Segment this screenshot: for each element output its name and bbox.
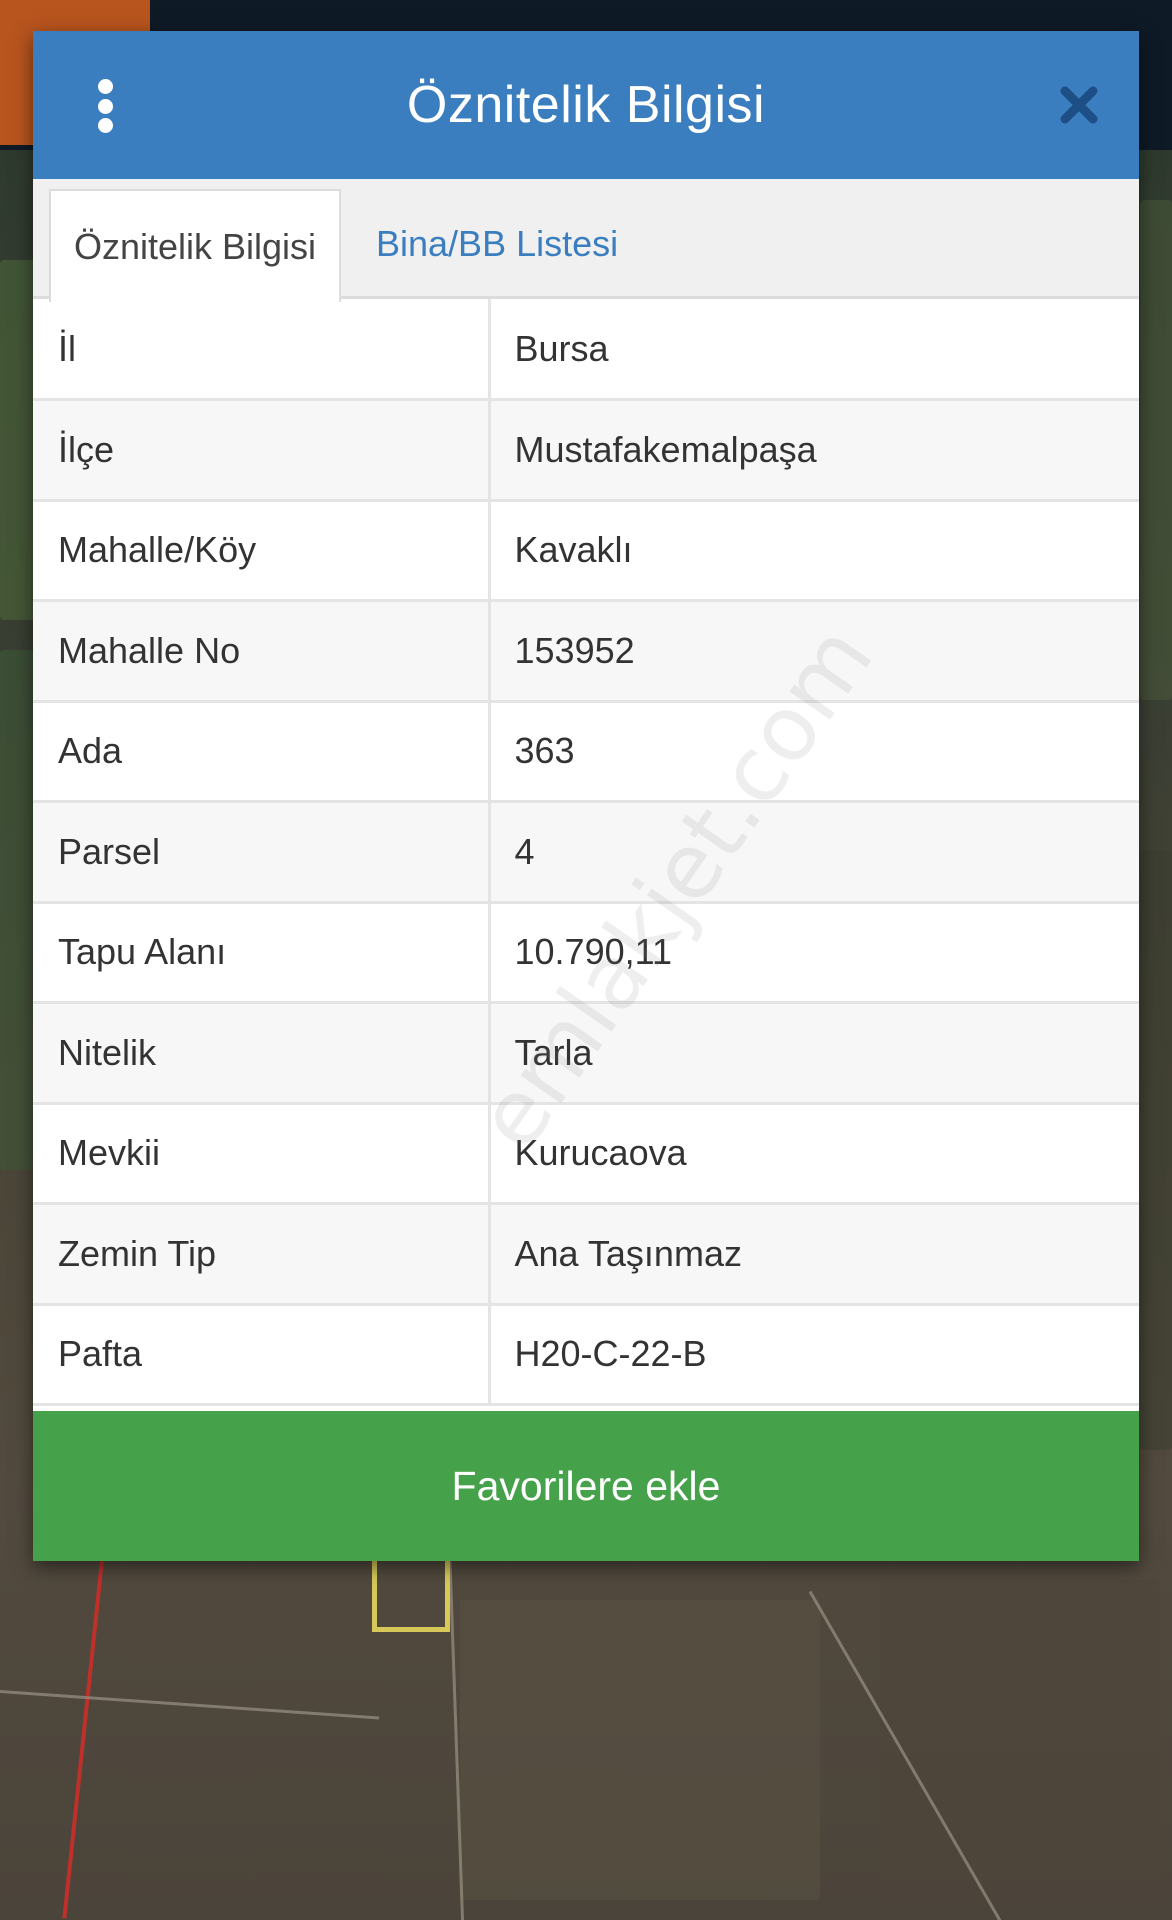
- map-parcel-outline: [372, 1552, 450, 1632]
- tab-bar: Öznitelik Bilgisi Bina/BB Listesi: [33, 179, 1139, 302]
- attribute-table: İl Bursa İlçe Mustafakemalpaşa Mahalle/Köy Ka…: [33, 299, 1139, 1406]
- attribute-value: H20-C-22-B: [489, 1304, 1139, 1406]
- attribute-value: Ana Taşınmaz: [489, 1203, 1139, 1306]
- add-to-favorites-button[interactable]: Favorilere ekle: [33, 1411, 1139, 1561]
- attribute-key: Zemin Tip: [33, 1203, 491, 1306]
- attribute-key: Nitelik: [33, 1002, 491, 1105]
- attribute-key: Ada: [33, 701, 491, 803]
- table-row: Mahalle/Köy Kavaklı: [33, 500, 1139, 602]
- map-field: [880, 1580, 1160, 1900]
- table-row: Zemin Tip Ana Taşınmaz: [33, 1203, 1139, 1306]
- attribute-key: İl: [33, 299, 491, 401]
- attribute-dialog: Öznitelik Bilgisi Öznitelik Bilgisi Bina…: [33, 31, 1139, 1561]
- attribute-key: Mahalle/Köy: [33, 500, 491, 602]
- attribute-value: 10.790,11: [489, 902, 1139, 1004]
- table-row: İlçe Mustafakemalpaşa: [33, 399, 1139, 502]
- table-row: Parsel 4: [33, 801, 1139, 904]
- table-row: Tapu Alanı 10.790,11: [33, 902, 1139, 1004]
- attribute-key: Mevkii: [33, 1103, 491, 1205]
- attribute-key: Pafta: [33, 1304, 491, 1406]
- map-field: [1140, 200, 1172, 700]
- table-row: Pafta H20-C-22-B: [33, 1304, 1139, 1406]
- map-road: [0, 1690, 380, 1720]
- table-row: Ada 363: [33, 701, 1139, 803]
- attribute-key: İlçe: [33, 399, 491, 502]
- map-boundary-line: [62, 1560, 104, 1919]
- attribute-value: Kavaklı: [489, 500, 1139, 602]
- close-icon[interactable]: [1057, 83, 1101, 127]
- attribute-value: Kurucaova: [489, 1103, 1139, 1205]
- map-field: [0, 650, 35, 1170]
- table-row: Mahalle No 153952: [33, 600, 1139, 703]
- attribute-value: Mustafakemalpaşa: [489, 399, 1139, 502]
- tab-building-list[interactable]: Bina/BB Listesi: [376, 189, 618, 299]
- attribute-value: 4: [489, 801, 1139, 904]
- attribute-value: Bursa: [489, 299, 1139, 401]
- attribute-key: Tapu Alanı: [33, 902, 491, 1004]
- attribute-value: Tarla: [489, 1002, 1139, 1105]
- table-row: Mevkii Kurucaova: [33, 1103, 1139, 1205]
- tab-attribute-info[interactable]: Öznitelik Bilgisi: [49, 189, 341, 302]
- attribute-value: 363: [489, 701, 1139, 803]
- attribute-key: Mahalle No: [33, 600, 491, 703]
- dialog-header: Öznitelik Bilgisi: [33, 31, 1139, 179]
- table-row: İl Bursa: [33, 299, 1139, 401]
- attribute-key: Parsel: [33, 801, 491, 904]
- attribute-value: 153952: [489, 600, 1139, 703]
- map-field: [460, 1600, 820, 1900]
- map-field: [1140, 850, 1172, 1450]
- dialog-title: Öznitelik Bilgisi: [406, 76, 766, 134]
- table-row: Nitelik Tarla: [33, 1002, 1139, 1105]
- more-vertical-icon[interactable]: [95, 79, 115, 133]
